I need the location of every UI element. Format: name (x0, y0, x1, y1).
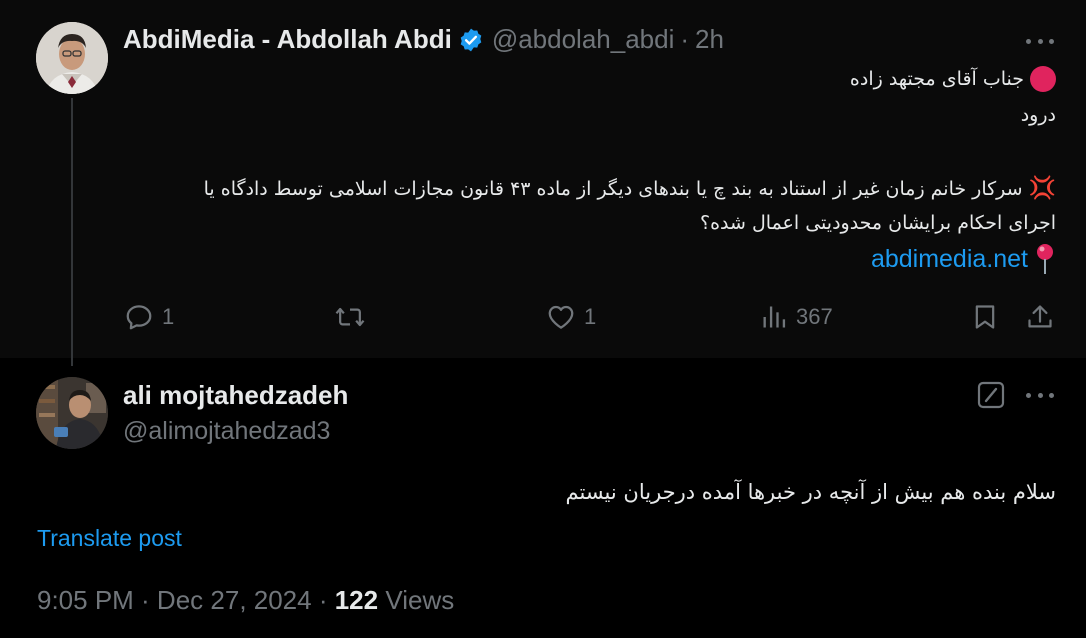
grok-icon[interactable] (977, 381, 1005, 409)
verified-badge-icon (458, 27, 484, 53)
post-line-5: abdimedia.net (871, 243, 1056, 275)
reply-more-options-icon[interactable] (1026, 390, 1054, 400)
post-time[interactable]: 2h (695, 24, 724, 55)
post-line-1: جناب آقای مجتهد زاده (850, 66, 1056, 92)
share-icon (1028, 305, 1052, 328)
post-text-line: سرکار خانم زمان غیر از استناد به بند چ ی… (203, 177, 1023, 200)
header-separator: · (680, 24, 690, 54)
post-text-line: جناب آقای مجتهد زاده (849, 68, 1024, 90)
translate-post-link[interactable]: Translate post (37, 525, 182, 552)
reply-author-handle[interactable]: @alimojtahedzad3 (123, 417, 330, 446)
post-line-2: درود (1021, 104, 1056, 126)
avatar-photo (36, 377, 108, 449)
views-count: 367 (796, 304, 833, 329)
red-circle-icon (1030, 66, 1056, 92)
post-text-line: درود (1020, 104, 1056, 126)
reply-text: سلام بنده هم بیش از آنچه در خبرها آمده د… (565, 480, 1057, 504)
author-handle[interactable]: @abdolah_abdi (492, 24, 675, 55)
bookmark-icon (975, 305, 995, 329)
author-name[interactable]: AbdiMedia - Abdollah Abdi (123, 24, 452, 55)
share-button[interactable] (1026, 302, 1054, 332)
repost-icon (335, 307, 365, 327)
analytics-icon (763, 306, 786, 328)
reply-author-name[interactable]: ali mojtahedzadeh (123, 380, 348, 411)
bookmark-button[interactable] (971, 302, 999, 332)
post-metadata: 9:05 PM · Dec 27, 2024 · 122 Views (37, 585, 454, 616)
repost-button[interactable] (334, 302, 374, 332)
post-text-line: اجرای احکام برایشان محدودیتی اعمال شده؟ (700, 212, 1056, 234)
reply-views-label: Views (385, 585, 455, 615)
reply-icon (126, 305, 152, 330)
heart-icon (548, 305, 574, 329)
post-link[interactable]: abdimedia.net (871, 245, 1028, 274)
like-count: 1 (584, 304, 597, 329)
reply-count: 1 (162, 304, 175, 329)
reply-views-count: 122 (334, 585, 379, 615)
anger-symbol-icon: 💢 (1028, 176, 1056, 201)
reply-author-avatar[interactable] (36, 377, 108, 449)
avatar-photo (36, 22, 108, 94)
parent-post-header: AbdiMedia - Abdollah Abdi @abdolah_abdi … (123, 24, 724, 55)
post-line-4: اجرای احکام برایشان محدودیتی اعمال شده؟ (700, 212, 1056, 234)
post-line-3: 💢 سرکار خانم زمان غیر از استناد به بند چ… (204, 176, 1056, 201)
author-avatar[interactable] (36, 22, 108, 94)
reply-button[interactable]: 1 (124, 302, 174, 332)
post-timestamp[interactable]: 9:05 PM · Dec 27, 2024 · (37, 585, 327, 615)
views-button[interactable]: 367 (760, 302, 833, 332)
more-options-icon[interactable] (1026, 36, 1054, 46)
post-action-bar: 1 1 367 (0, 302, 1086, 336)
like-button[interactable]: 1 (546, 302, 596, 332)
round-pushpin-icon (1034, 243, 1056, 275)
